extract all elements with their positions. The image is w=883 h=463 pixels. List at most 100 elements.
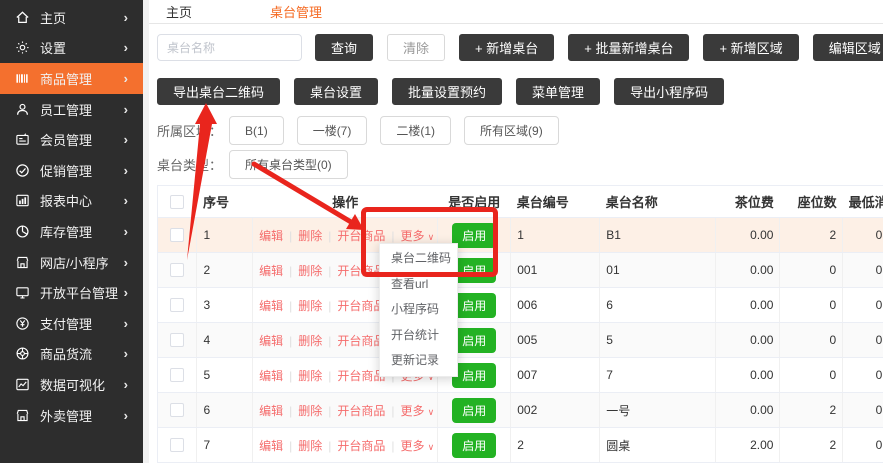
edit-link[interactable]: 编辑 [259, 404, 283, 418]
toolbar-button[interactable]: 查询 [315, 34, 373, 61]
row-checkbox[interactable] [170, 403, 184, 417]
edit-link[interactable]: 编辑 [259, 264, 283, 278]
enable-button[interactable]: 启用 [452, 398, 496, 423]
more-link[interactable]: 更多∨ [401, 404, 435, 418]
gear-icon [14, 40, 31, 55]
row-index: 2 [197, 253, 253, 288]
dropdown-menu-item[interactable]: 开台统计 [380, 323, 457, 349]
toolbar-button[interactable]: + 批量新增桌台 [568, 34, 689, 61]
dropdown-menu-item[interactable]: 小程序码 [380, 297, 457, 323]
header-operations: 操作 [253, 186, 438, 218]
row-checkbox[interactable] [170, 298, 184, 312]
enable-button[interactable]: 启用 [452, 293, 496, 318]
area-filter-chip[interactable]: B(1) [229, 116, 284, 145]
toolbar-button[interactable]: 导出桌台二维码 [157, 78, 280, 105]
row-checkbox[interactable] [170, 438, 184, 452]
tea-fee-cell: 0.00 [715, 218, 780, 253]
edit-link[interactable]: 编辑 [259, 299, 283, 313]
sidebar-item[interactable]: 开放平台管理 › [0, 277, 143, 308]
delete-link[interactable]: 删除 [298, 439, 322, 453]
filter-type-label: 桌台类型： [157, 155, 222, 174]
toolbar-button[interactable]: 编辑区域 [813, 34, 883, 61]
enable-button[interactable]: 启用 [452, 258, 496, 283]
table-row: 5 编辑|删除|开台商品|更多∨ 启用 007 7 0.00 0 0.00 [158, 358, 883, 393]
more-link[interactable]: 更多∨ [401, 229, 435, 243]
edit-link[interactable]: 编辑 [259, 369, 283, 383]
table-name-cell: 一号 [600, 393, 715, 428]
tab-table-management[interactable]: 桌台管理 [270, 2, 322, 21]
area-filter-chip[interactable]: 二楼(1) [380, 116, 451, 145]
delete-link[interactable]: 删除 [298, 299, 322, 313]
sidebar-item-label: 支付管理 [40, 314, 92, 333]
tea-fee-cell: 0.00 [715, 253, 780, 288]
more-link[interactable]: 更多∨ [401, 439, 435, 453]
sidebar-item[interactable]: 设置 › [0, 33, 143, 64]
open-table-goods-link[interactable]: 开台商品 [337, 229, 385, 243]
table-row: 2 编辑|删除|开台商品|更多∨ 启用 001 01 0.00 0 0.00 [158, 253, 883, 288]
toolbar-button[interactable]: 清除 [387, 34, 445, 61]
sidebar-item-label: 商品货流 [40, 344, 92, 363]
toolbar-button[interactable]: 导出小程序码 [614, 78, 724, 105]
sidebar-item[interactable]: 网店/小程序 › [0, 247, 143, 278]
tab-home[interactable]: 主页 [166, 2, 192, 21]
select-all-checkbox[interactable] [170, 195, 184, 209]
barcode-icon [14, 71, 31, 86]
dropdown-menu-item[interactable]: 更新记录 [380, 348, 457, 374]
open-table-goods-link[interactable]: 开台商品 [337, 439, 385, 453]
sidebar-item[interactable]: 库存管理 › [0, 216, 143, 247]
sidebar-item[interactable]: 商品管理 › [0, 63, 143, 94]
sidebar-item[interactable]: 促销管理 › [0, 155, 143, 186]
sidebar-item[interactable]: 商品货流 › [0, 339, 143, 370]
delete-link[interactable]: 删除 [298, 334, 322, 348]
sidebar-item[interactable]: 支付管理 › [0, 308, 143, 339]
sidebar-item-label: 设置 [40, 38, 66, 57]
toolbar-button[interactable]: 批量设置预约 [392, 78, 502, 105]
table-name-cell: 7 [600, 358, 715, 393]
delete-link[interactable]: 删除 [298, 229, 322, 243]
header-tea-fee: 茶位费 [715, 186, 780, 218]
delete-link[interactable]: 删除 [298, 369, 322, 383]
monitor-icon [14, 285, 31, 300]
edit-link[interactable]: 编辑 [259, 334, 283, 348]
delete-link[interactable]: 删除 [298, 264, 322, 278]
sidebar-item[interactable]: 会员管理 › [0, 124, 143, 155]
edit-link[interactable]: 编辑 [259, 439, 283, 453]
enable-button[interactable]: 启用 [452, 433, 496, 458]
main-area: 主页 桌台管理 查询 清除 + 新增桌台 + 批量新增桌台 + 新增区域 编辑区… [143, 0, 883, 463]
chevron-right-icon: › [124, 224, 143, 239]
type-filter-chip[interactable]: 所有桌台类型(0) [229, 150, 348, 179]
row-checkbox[interactable] [170, 333, 184, 347]
wheel-icon [14, 346, 31, 361]
open-table-goods-link[interactable]: 开台商品 [337, 404, 385, 418]
min-spend-cell: 0.00 [843, 253, 883, 288]
toolbar-button[interactable]: 桌台设置 [294, 78, 378, 105]
dropdown-menu-item[interactable]: 桌台二维码 [380, 246, 457, 272]
area-filter-chip[interactable]: 一楼(7) [297, 116, 368, 145]
sidebar-item[interactable]: 数据可视化 › [0, 369, 143, 400]
enable-button[interactable]: 启用 [452, 328, 496, 353]
table-code-cell: 002 [511, 393, 600, 428]
sidebar-item-label: 主页 [40, 8, 66, 27]
sidebar-item[interactable]: 报表中心 › [0, 186, 143, 217]
row-checkbox[interactable] [170, 228, 184, 242]
row-checkbox[interactable] [170, 368, 184, 382]
enable-button[interactable]: 启用 [452, 363, 496, 388]
sidebar-item[interactable]: 主页 › [0, 2, 143, 33]
area-filter-chip[interactable]: 所有区域(9) [464, 116, 559, 145]
sidebar-item[interactable]: 员工管理 › [0, 94, 143, 125]
header-enabled: 是否启用 [438, 186, 511, 218]
header-seats: 座位数 [780, 186, 843, 218]
edit-link[interactable]: 编辑 [259, 229, 283, 243]
seats-cell: 0 [780, 358, 843, 393]
sidebar-item[interactable]: 外卖管理 › [0, 400, 143, 431]
dropdown-menu-item[interactable]: 查看url [380, 272, 457, 298]
enable-button[interactable]: 启用 [452, 223, 496, 248]
toolbar-button[interactable]: + 新增区域 [703, 34, 798, 61]
row-index: 7 [197, 428, 253, 463]
toolbar-button[interactable]: + 新增桌台 [459, 34, 554, 61]
delete-link[interactable]: 删除 [298, 404, 322, 418]
row-checkbox[interactable] [170, 263, 184, 277]
table-name-cell: 01 [600, 253, 715, 288]
toolbar-button[interactable]: 菜单管理 [516, 78, 600, 105]
search-input[interactable] [157, 34, 302, 61]
